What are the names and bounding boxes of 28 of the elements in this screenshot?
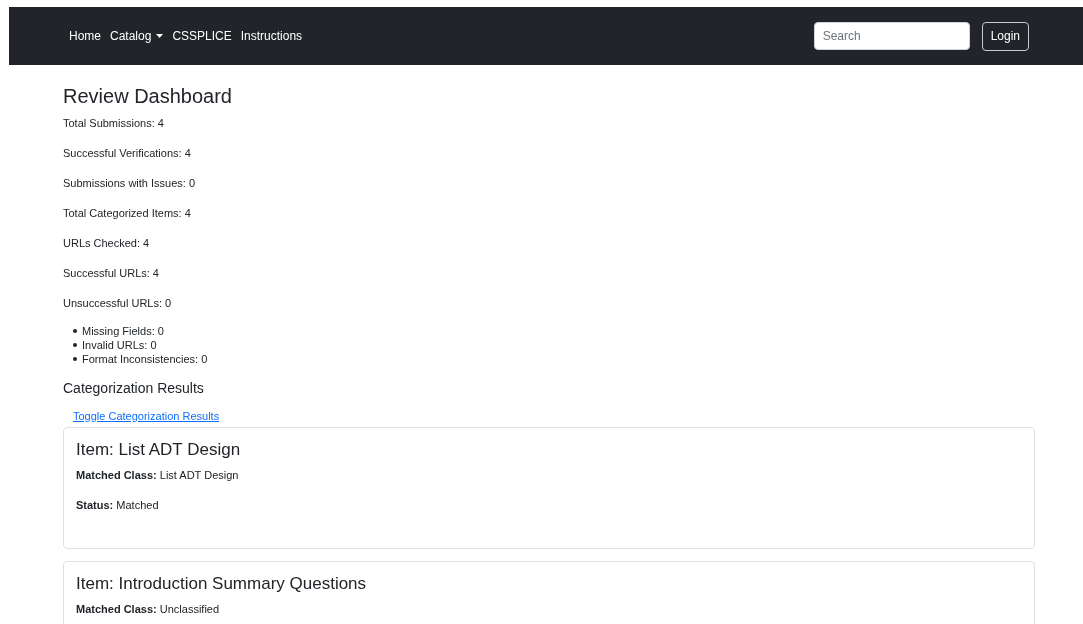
bullet-icon — [73, 357, 77, 361]
issue-text: Missing Fields: 0 — [82, 324, 164, 338]
stat-text: Unsuccessful URLs: 0 — [63, 296, 173, 310]
issue-text: Invalid URLs: 0 — [82, 338, 157, 352]
stat-text: Successful Verifications: 4 — [63, 146, 192, 160]
bullet-icon — [73, 343, 77, 347]
item-title: Item: Introduction Summary Questions — [76, 574, 368, 594]
stat-text: Total Categorized Items: 4 — [63, 206, 192, 220]
login-button[interactable]: Login — [981, 21, 1029, 51]
stat-text: Total Submissions: 4 — [63, 116, 165, 130]
field-text: Matched Class: Unclassified — [76, 602, 221, 616]
field-text: Status: Matched — [76, 498, 160, 512]
item-title: Item: List ADT Design — [76, 440, 242, 460]
dashboard-title: Review Dashboard — [63, 85, 233, 108]
stat-text: Submissions with Issues: 0 — [63, 176, 197, 190]
nav-link[interactable]: Home — [69, 29, 101, 43]
bullet-icon — [73, 329, 77, 333]
stat-text: URLs Checked: 4 — [63, 236, 151, 250]
issue-text: Format Inconsistencies: 0 — [82, 352, 208, 366]
nav-link[interactable]: Instructions — [240, 29, 303, 43]
field-text: Matched Class: List ADT Design — [76, 468, 240, 482]
search-field[interactable]: Search — [813, 22, 970, 50]
caret-icon — [156, 34, 164, 38]
stat-text: Successful URLs: 4 — [63, 266, 160, 280]
section-heading: Categorization Results — [63, 380, 205, 396]
nav-link[interactable]: Catalog — [110, 29, 164, 43]
nav-link[interactable]: CSSPLICE — [172, 29, 232, 43]
toggle-link[interactable]: Toggle Categorization Results — [73, 410, 220, 422]
